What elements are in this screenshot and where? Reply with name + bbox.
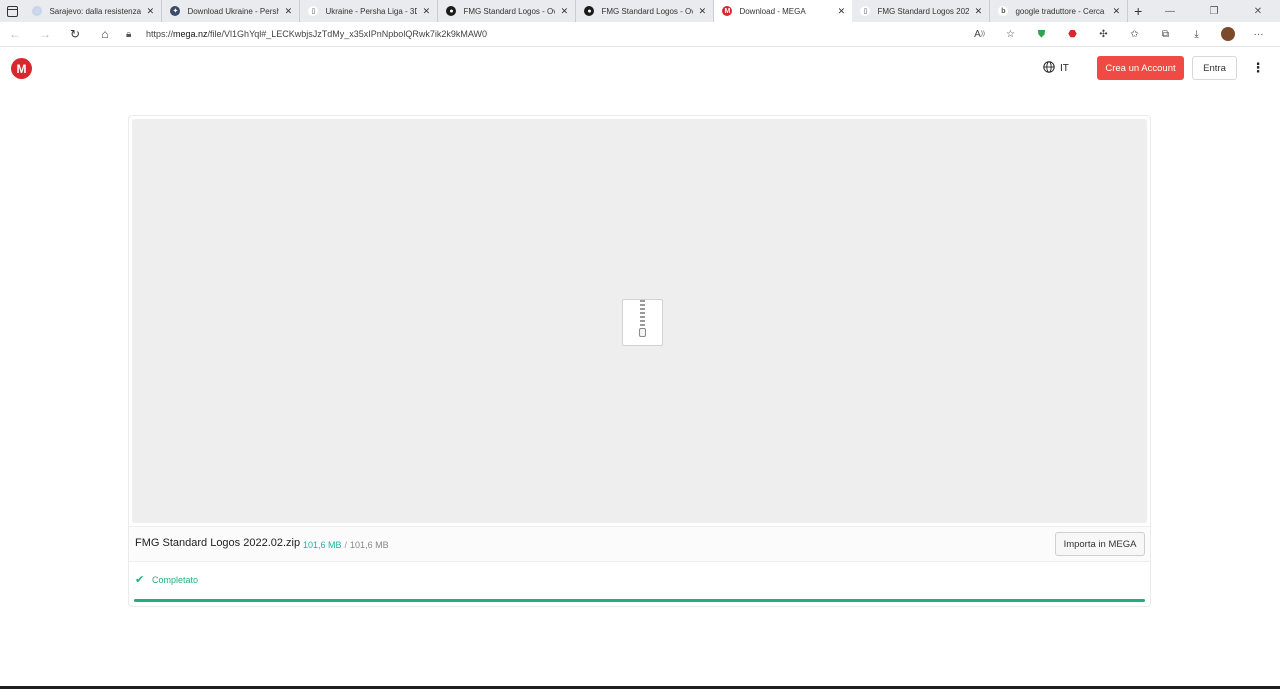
tab-favicon-icon: M — [722, 6, 733, 16]
minimize-icon[interactable]: — — [1148, 6, 1192, 17]
read-aloud-icon[interactable]: A)) — [964, 29, 995, 40]
tab-favicon-icon: ● — [446, 6, 457, 16]
profile-avatar[interactable] — [1212, 27, 1243, 41]
forward-icon[interactable]: → — [30, 22, 60, 46]
reload-icon[interactable]: ↻ — [60, 22, 90, 46]
browser-tab-strip: ◌ Sarajevo: dalla resistenza c ✕ ✦ Download … — [0, 0, 1280, 22]
progress-bar — [134, 599, 1145, 602]
tab-title: FMG Standard Logos - Ove — [463, 6, 556, 16]
url-path: /file/Vl1GhYql#_LECKwbjsJzTdMy_x35xIPnNp… — [207, 29, 487, 39]
tab-favicon-icon: ✦ — [170, 6, 181, 16]
tab-title: FMG Standard Logos 2022 — [877, 6, 970, 16]
tab-close-icon[interactable]: ✕ — [973, 6, 983, 17]
tab-close-icon[interactable]: ✕ — [283, 6, 293, 17]
total-size: 101,6 MB — [350, 540, 389, 550]
tab-favicon-icon: ◌ — [32, 6, 43, 16]
shield-extension-icon[interactable]: ⛊ — [1026, 29, 1057, 40]
back-icon[interactable]: ← — [0, 22, 30, 46]
window-controls: — ❐ ✕ — [1148, 0, 1280, 22]
favorite-star-icon[interactable]: ☆ — [995, 29, 1026, 40]
tab-title: google traduttore - Cerca — [1015, 6, 1105, 16]
tab-title: Ukraine - Persha Liga - 3D — [325, 6, 418, 16]
browser-tab[interactable]: ● FMG Standard Logos - Ove ✕ — [576, 0, 715, 22]
more-options-icon[interactable]: ⋮ — [1252, 60, 1265, 76]
lock-icon[interactable]: 🔒︎ — [126, 29, 142, 40]
file-preview-area — [132, 119, 1147, 523]
file-size-info: 101,6 MB/101,6 MB — [303, 540, 389, 550]
browser-tab[interactable]: ✦ Download Ukraine - Persha ✕ — [162, 0, 301, 22]
tab-close-icon[interactable]: ✕ — [836, 6, 846, 17]
tab-close-icon[interactable]: ✕ — [421, 6, 431, 17]
tab-favicon-icon: ▯ — [860, 6, 871, 16]
globe-icon — [1043, 60, 1055, 76]
restore-icon[interactable]: ❐ — [1192, 6, 1236, 17]
tab-actions-icon[interactable] — [0, 0, 24, 22]
tab-title: Download - MEGA — [739, 6, 806, 16]
browser-tab[interactable]: ▯ FMG Standard Logos 2022 ✕ — [852, 0, 991, 22]
adblock-extension-icon[interactable]: ⬣ — [1057, 29, 1088, 40]
browser-toolbar: ← → ↻ ⌂ 🔒︎ https://mega.nz/file/Vl1GhYql… — [0, 22, 1280, 47]
favorites-list-icon[interactable]: ✩ — [1119, 29, 1150, 40]
tab-title: Sarajevo: dalla resistenza c — [49, 6, 142, 16]
tab-favicon-icon: ▯ — [308, 6, 319, 16]
url-host: mega.nz — [173, 29, 208, 39]
download-status-row: ✔ Completato — [129, 562, 1150, 606]
import-to-mega-button[interactable]: Importa in MEGA — [1055, 532, 1145, 556]
tab-favicon-icon: b — [998, 6, 1009, 16]
progress-fill — [134, 599, 1145, 602]
browser-tab[interactable]: ▯ Ukraine - Persha Liga - 3D ✕ — [300, 0, 439, 22]
collections-icon[interactable]: ⧉ — [1150, 29, 1181, 40]
language-code: IT — [1060, 62, 1069, 74]
browser-tab[interactable]: b google traduttore - Cerca ✕ — [990, 0, 1129, 22]
login-button[interactable]: Entra — [1192, 56, 1237, 80]
extensions-icon[interactable]: ✣ — [1088, 29, 1119, 40]
tab-favicon-icon: ● — [584, 6, 595, 16]
home-icon[interactable]: ⌂ — [90, 22, 120, 46]
tab-title: Download Ukraine - Persha — [187, 6, 280, 16]
browser-tab[interactable]: ● FMG Standard Logos - Ove ✕ — [438, 0, 577, 22]
more-menu-icon[interactable]: ··· — [1243, 29, 1274, 40]
file-name: FMG Standard Logos 2022.02.zip — [135, 537, 301, 549]
file-info-row: FMG Standard Logos 2022.02.zip 101,6 MB /… — [129, 526, 1150, 562]
address-bar[interactable]: https://mega.nz/file/Vl1GhYql#_LECKwbjsJ… — [146, 29, 964, 39]
tab-close-icon[interactable]: ✕ — [697, 6, 707, 17]
tab-close-icon[interactable]: ✕ — [559, 6, 569, 17]
close-window-icon[interactable]: ✕ — [1236, 6, 1280, 17]
downloads-icon[interactable]: ⤓ — [1181, 29, 1212, 40]
status-text: Completato — [152, 575, 199, 585]
new-tab-button[interactable]: + — [1128, 0, 1148, 22]
url-prefix: https:// — [146, 29, 174, 39]
create-account-button[interactable]: Crea un Account — [1097, 56, 1184, 80]
zip-file-icon — [622, 299, 663, 346]
file-card: FMG Standard Logos 2022.02.zip 101,6 MB /… — [128, 115, 1151, 607]
mega-logo[interactable]: M — [11, 58, 32, 79]
browser-tab[interactable]: ◌ Sarajevo: dalla resistenza c ✕ — [24, 0, 163, 22]
downloaded-size: 101,6 MB — [303, 540, 342, 550]
tab-close-icon[interactable]: ✕ — [145, 6, 155, 17]
tab-title: FMG Standard Logos - Ove — [601, 6, 694, 16]
tab-close-icon[interactable]: ✕ — [1111, 6, 1121, 17]
size-separator: / — [344, 540, 348, 550]
language-selector[interactable]: IT — [1043, 60, 1069, 76]
browser-tab[interactable]: M Download - MEGA ✕ — [714, 0, 853, 22]
check-icon: ✔ — [135, 574, 145, 586]
